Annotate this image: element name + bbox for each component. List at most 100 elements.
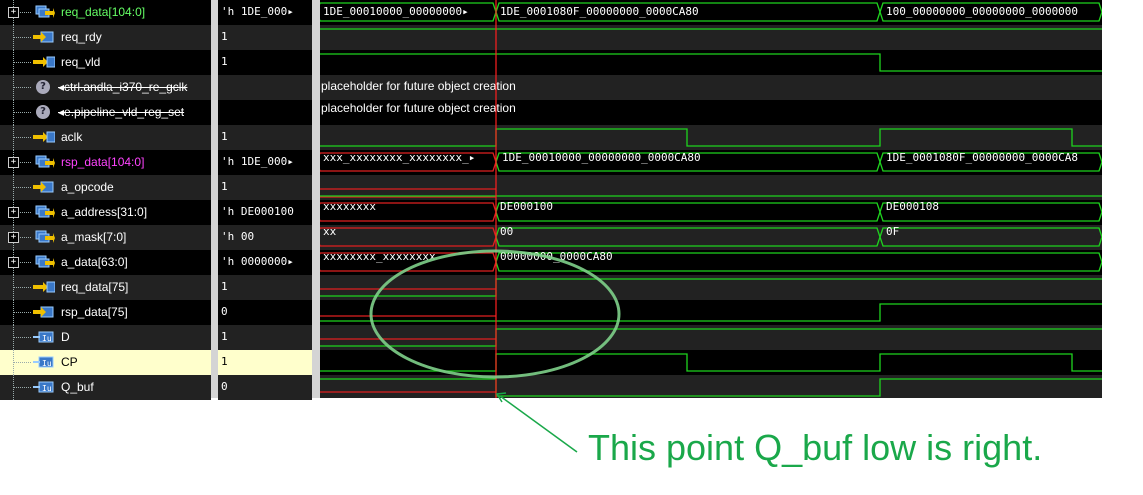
value-row: 'h DE000100 (218, 200, 312, 225)
bus-value-label: 0F (886, 225, 899, 238)
signal-value: 1 (221, 280, 228, 293)
waveform-viewer: + req_data[104:0] req_rdy req_vld? ◂ctrl.and… (0, 0, 1102, 400)
signal-row[interactable]: + req_data[104:0] (0, 0, 211, 25)
signal-value-pane: 'h 1DE_000▸ 1 1 1 'h 1DE_000▸ 1 'h DE000100 'h … (218, 0, 312, 400)
svg-text:Iu: Iu (42, 384, 52, 393)
signal-row[interactable]: req_rdy (0, 25, 211, 50)
value-row: 1 (218, 125, 312, 150)
expand-toggle-icon[interactable]: + (8, 157, 19, 168)
expand-toggle-icon[interactable]: + (8, 232, 19, 243)
expand-toggle-icon[interactable]: + (8, 257, 19, 268)
signal-row[interactable]: a_opcode (0, 175, 211, 200)
bus-value-label: xxx_xxxxxxxx_xxxxxxxx_▸ (323, 151, 475, 164)
signal-row[interactable]: + rsp_data[104:0] (0, 150, 211, 175)
signal-value: 0 (221, 305, 228, 318)
tree-connector (13, 87, 31, 88)
input-port-icon (33, 181, 54, 193)
pane-splitter[interactable] (211, 0, 218, 398)
port-pin-icon: Iu (33, 331, 54, 343)
bit-waveform (320, 353, 1102, 372)
signal-value: 'h 1DE_000▸ (221, 5, 294, 18)
signal-row[interactable]: + a_data[63:0] (0, 250, 211, 275)
unknown-object-icon: ? (36, 105, 50, 119)
bus-value-label: 1DE_00010000_00000000_0000CA80 (502, 151, 701, 164)
input-port-icon (33, 31, 54, 43)
bit-waveform (320, 53, 1102, 72)
signal-name: a_opcode (61, 180, 114, 194)
signal-value: 0 (221, 380, 228, 393)
bus-value-label: 1DE_0001080F_00000000_0000CA8 (886, 151, 1078, 164)
signal-name: aclk (61, 130, 83, 144)
signal-name: a_mask[7:0] (61, 230, 127, 244)
input-port-icon (33, 306, 54, 318)
signal-name: rsp_data[104:0] (61, 155, 145, 169)
signal-value: 'h 0000000▸ (221, 255, 294, 268)
expand-toggle-icon[interactable]: + (8, 7, 19, 18)
signal-name: D (61, 330, 70, 344)
signal-row[interactable]: ? ◂e.pipeline_vld_reg_set (0, 100, 211, 125)
bus-value-label: 100_00000000_00000000_0000000 (886, 5, 1078, 18)
tree-connector (13, 287, 31, 288)
bus-signal-icon (35, 205, 55, 218)
signal-name: rsp_data[75] (61, 305, 128, 319)
tree-connector (13, 337, 31, 338)
svg-text:Iu: Iu (42, 359, 52, 368)
port-pin-icon: Iu (33, 381, 54, 393)
pane-splitter[interactable] (312, 0, 320, 398)
signal-value: 1 (221, 180, 228, 193)
output-port-icon (33, 131, 55, 143)
tree-connector (13, 137, 31, 138)
signal-name-pane: + req_data[104:0] req_rdy req_vld? ◂ctrl.and… (0, 0, 211, 400)
bus-signal-icon (35, 230, 55, 243)
value-row (218, 75, 312, 100)
bus-signal-icon (35, 155, 55, 168)
bus-value-label: xxxxxxxx (323, 200, 376, 213)
bus-value-label: DE000108 (886, 200, 939, 213)
signal-name: ◂ctrl.andla_i370_re_gclk (58, 80, 188, 94)
signal-row[interactable]: Iu CP (0, 350, 211, 375)
bus-value-label: xx (323, 225, 337, 238)
waveform-pane[interactable]: 1DE_00010000_00000000▸ 1DE_0001080F_00000… (320, 0, 1102, 398)
signal-value: 1 (221, 330, 228, 343)
signal-row[interactable]: Iu Q_buf (0, 375, 211, 400)
value-row: 0 (218, 300, 312, 325)
signal-name: req_data[104:0] (61, 5, 146, 19)
tree-connector (13, 187, 31, 188)
signal-row[interactable]: + a_mask[7:0] (0, 225, 211, 250)
value-row: 'h 1DE_000▸ (218, 150, 312, 175)
tree-connector (13, 37, 31, 38)
value-row: 1 (218, 25, 312, 50)
bus-value-label: xxxxxxxx_xxxxxxxx (323, 250, 436, 263)
signal-row[interactable]: req_vld (0, 50, 211, 75)
waveform-canvas[interactable]: 1DE_00010000_00000000▸ 1DE_0001080F_00000… (320, 0, 1102, 398)
signal-row[interactable]: req_data[75] (0, 275, 211, 300)
value-row: 0 (218, 375, 312, 400)
value-row: 1 (218, 325, 312, 350)
signal-value: 1 (221, 355, 228, 368)
bit-waveform (320, 303, 1102, 322)
signal-row[interactable]: ? ◂ctrl.andla_i370_re_gclk (0, 75, 211, 100)
signal-name: Q_buf (61, 380, 94, 394)
value-row: 1 (218, 275, 312, 300)
placeholder-label: placeholder for future object creation (321, 101, 516, 115)
tree-connector (13, 387, 31, 388)
signal-row[interactable]: aclk (0, 125, 211, 150)
value-row: 'h 1DE_000▸ (218, 0, 312, 25)
signal-value: 1 (221, 55, 228, 68)
unknown-object-icon: ? (36, 80, 50, 94)
port-pin-icon: Iu (33, 356, 54, 368)
expand-toggle-icon[interactable]: + (8, 207, 19, 218)
bus-value-label: 1DE_00010000_00000000▸ (323, 5, 469, 18)
bus-value-label: 00000000_0000CA80 (500, 250, 613, 263)
value-row: 1 (218, 175, 312, 200)
signal-value: 'h 00 (221, 230, 255, 243)
signal-row[interactable]: + a_address[31:0] (0, 200, 211, 225)
signal-row[interactable]: rsp_data[75] (0, 300, 211, 325)
signal-name: req_rdy (61, 30, 102, 44)
signal-row[interactable]: Iu D (0, 325, 211, 350)
tree-connector (13, 112, 31, 113)
signal-name: req_data[75] (61, 280, 129, 294)
annotation-arrow-line (499, 395, 578, 453)
output-port-icon (33, 281, 55, 293)
bus-value-label: DE000100 (500, 200, 553, 213)
